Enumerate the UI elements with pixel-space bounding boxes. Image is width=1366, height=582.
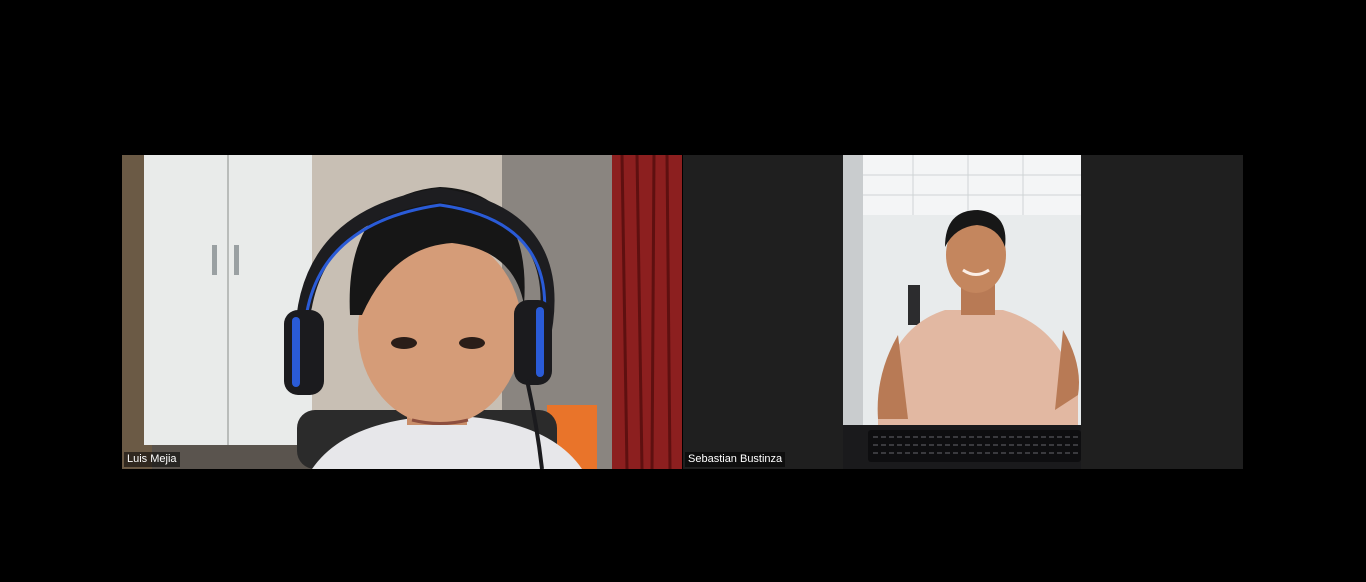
participant-name-label: Sebastian Bustinza <box>685 452 786 467</box>
participant-tile-1[interactable]: Luis Mejia <box>122 155 682 469</box>
participant-tile-2[interactable]: Sebastian Bustinza <box>683 155 1243 469</box>
eye-right <box>459 337 485 349</box>
headset-cup-left-accent <box>292 317 300 387</box>
wardrobe-handle-left <box>212 245 217 275</box>
headset-cup-right <box>514 300 552 385</box>
headset-cup-left <box>284 310 324 395</box>
eye-left <box>391 337 417 349</box>
ceiling <box>858 155 1081 215</box>
participant-name-label: Luis Mejia <box>124 452 180 467</box>
wardrobe-split <box>227 155 229 445</box>
wardrobe-handle-right <box>234 245 239 275</box>
video-call-stage: Luis Mejia Sebastian Bustinza <box>0 0 1366 582</box>
office-side-wall <box>843 155 863 469</box>
participant-video-1 <box>122 155 682 469</box>
participant-video-2 <box>683 155 1243 469</box>
headset-cup-right-accent <box>536 307 544 377</box>
background-monitor <box>908 285 920 325</box>
